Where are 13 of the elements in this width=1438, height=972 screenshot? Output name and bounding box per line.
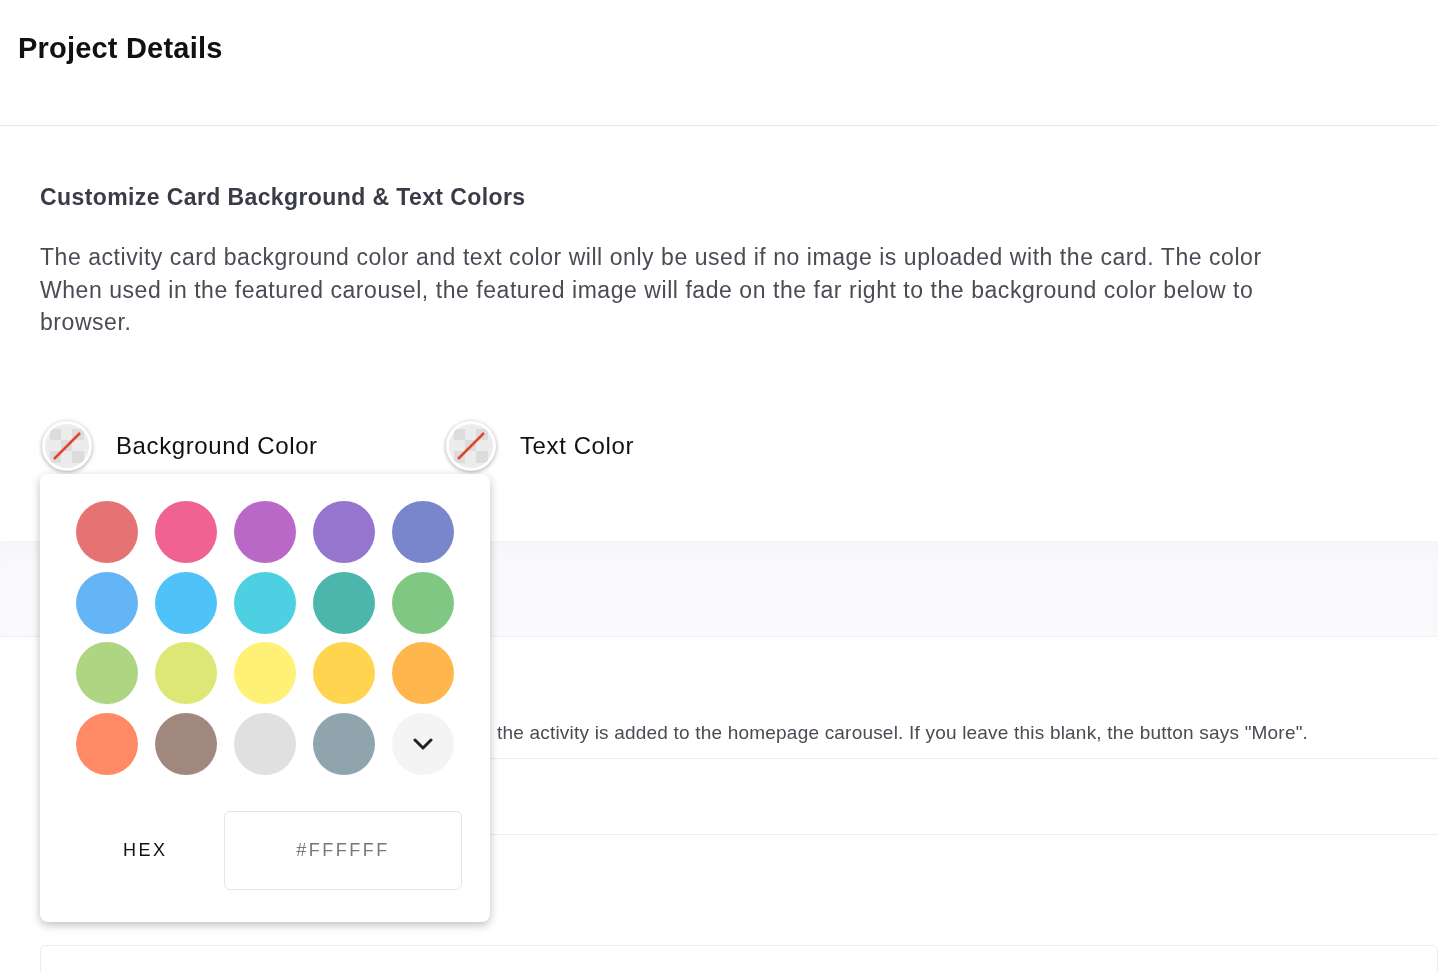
picker-label: Text Color [520,431,635,460]
hex-input-field[interactable]: #FFFFFF [224,810,462,890]
description-line: The activity card background color and text color will only be used if no image is uploaded with the card. The color [40,243,1262,272]
description-line: browser. [40,308,132,337]
no-color-icon [454,428,488,463]
picker-label: Background Color [116,431,318,460]
no-color-icon [50,428,84,463]
section-title: Customize Card Background & Text Colors [40,184,527,211]
description-line: When used in the featured carousel, the featured image will fade on the far right to the background color below to [40,275,1254,305]
page-title: Project Details [18,32,224,65]
chevron-down-icon [413,737,433,750]
help-text: the activity is added to the homepage carousel. If you leave this blank, the button says "More". [497,721,1309,743]
hex-label: HEX [122,839,169,861]
